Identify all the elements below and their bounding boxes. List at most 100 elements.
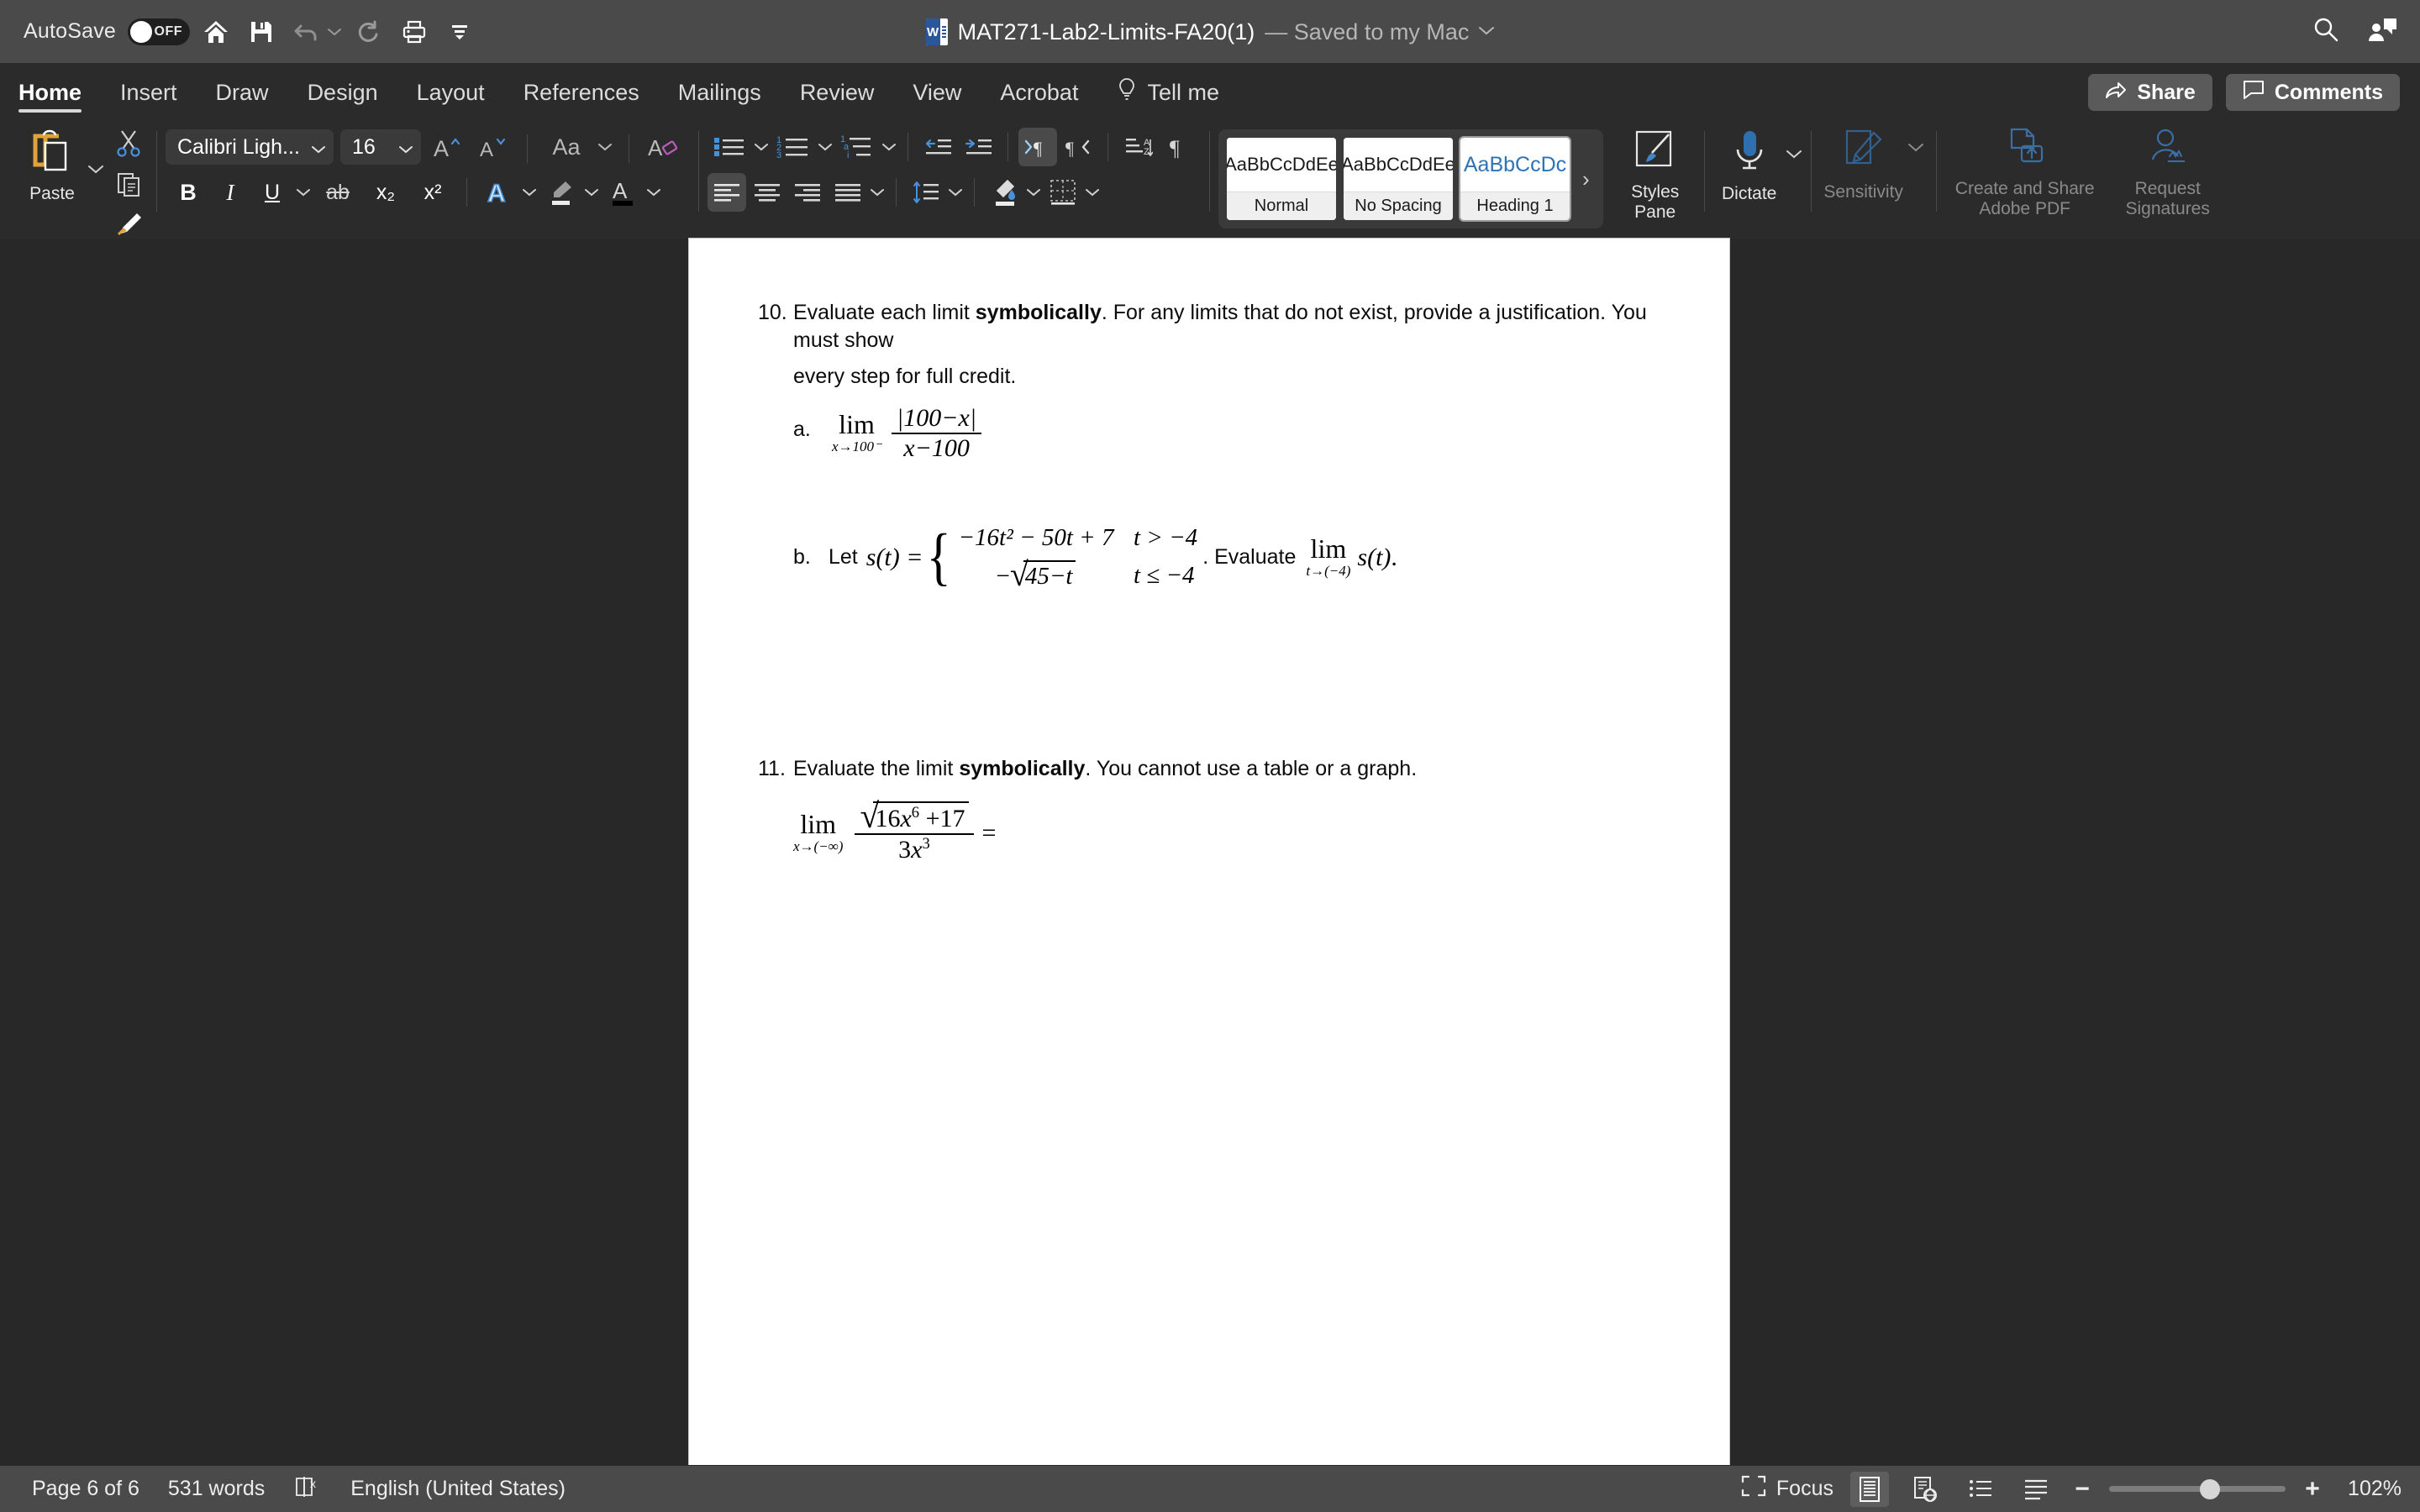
tab-references[interactable]: References (523, 64, 639, 121)
borders-chevron-down-icon[interactable] (1084, 188, 1101, 197)
tab-insert[interactable]: Insert (120, 64, 177, 121)
title-chevron-down-icon[interactable] (1479, 24, 1495, 39)
language[interactable]: English (United States) (350, 1477, 566, 1501)
clear-formatting-icon[interactable]: A (644, 128, 683, 166)
zoom-level[interactable]: 102% (2339, 1477, 2402, 1501)
focus-button[interactable]: Focus (1741, 1474, 1833, 1504)
sensitivity-chevron-down-icon[interactable] (1907, 143, 1924, 152)
proofing-errors-icon[interactable]: x (293, 1474, 322, 1504)
cut-icon[interactable] (109, 124, 148, 163)
tell-me-button[interactable]: Tell me (1117, 77, 1219, 108)
borders-icon[interactable] (1044, 173, 1082, 212)
justify-icon[interactable] (829, 173, 867, 212)
tab-design[interactable]: Design (308, 64, 378, 121)
zoom-in-button[interactable]: + (2302, 1475, 2323, 1504)
font-color-chevron-down-icon[interactable] (645, 188, 662, 197)
tab-draw[interactable]: Draw (216, 64, 269, 121)
change-case-chevron-down-icon[interactable] (597, 143, 613, 151)
sort-icon[interactable]: AZ (1118, 128, 1157, 166)
style-card-no-spacing[interactable]: AaBbCcDdEe No Spacing (1344, 138, 1453, 220)
undo-icon[interactable] (287, 13, 326, 51)
dictate-chevron-down-icon[interactable] (1786, 150, 1802, 159)
zoom-out-button[interactable]: − (2072, 1475, 2092, 1504)
sensitivity-button[interactable]: Sensitivity (1820, 121, 1907, 202)
autosave-toggle[interactable]: OFF (128, 18, 191, 45)
print-layout-icon[interactable] (1850, 1471, 1889, 1507)
document-title[interactable]: MAT271-Lab2-Limits-FA20(1) (958, 19, 1255, 45)
font-size-combo[interactable]: 16 (340, 129, 421, 165)
tab-mailings[interactable]: Mailings (678, 64, 761, 121)
bold-button[interactable]: B (169, 173, 208, 212)
tab-layout[interactable]: Layout (417, 64, 485, 121)
styles-pane-button[interactable]: Styles Pane (1617, 121, 1694, 222)
shading-chevron-down-icon[interactable] (1025, 188, 1042, 197)
dictate-button[interactable]: Dictate (1713, 121, 1786, 204)
undo-chevron-down-icon[interactable] (326, 28, 343, 36)
word-count[interactable]: 531 words (168, 1477, 265, 1501)
highlight-chevron-down-icon[interactable] (583, 188, 600, 197)
justify-chevron-down-icon[interactable] (869, 188, 886, 197)
account-comment-icon[interactable] (2368, 17, 2398, 46)
show-formatting-marks-icon[interactable]: ¶ (1159, 128, 1197, 166)
text-effects-chevron-down-icon[interactable] (521, 188, 538, 197)
text-effects-icon[interactable]: A (479, 173, 518, 212)
numbered-list-icon[interactable]: 123 (771, 128, 815, 166)
line-spacing-chevron-down-icon[interactable] (947, 188, 964, 197)
style-card-normal[interactable]: AaBbCcDdEe Normal (1227, 138, 1336, 220)
search-icon[interactable] (2312, 16, 2339, 47)
multilevel-list-icon[interactable]: 1ai (835, 128, 879, 166)
align-left-icon[interactable] (708, 173, 746, 212)
document-page[interactable]: 10. Evaluate each limit symbolically. Fo… (689, 239, 1729, 1465)
line-spacing-icon[interactable] (907, 173, 945, 212)
font-family-combo[interactable]: Calibri Ligh... (166, 129, 334, 165)
strikethrough-button[interactable]: ab (315, 173, 360, 212)
redo-icon[interactable] (350, 13, 388, 51)
draft-icon[interactable] (2017, 1472, 2055, 1507)
numbering-chevron-down-icon[interactable] (817, 143, 834, 151)
save-icon[interactable] (242, 13, 281, 51)
home-icon[interactable] (197, 13, 235, 51)
decrease-indent-icon[interactable] (918, 128, 957, 166)
customize-toolbar-icon[interactable] (440, 13, 479, 51)
tab-home[interactable]: Home (18, 64, 82, 121)
print-icon[interactable] (395, 13, 434, 51)
request-signatures-button[interactable]: Request Signatures (2105, 121, 2231, 218)
share-button[interactable]: Share (2088, 74, 2212, 111)
multilevel-chevron-down-icon[interactable] (881, 143, 897, 151)
create-share-adobe-pdf-button[interactable]: Create and Share Adobe PDF (1945, 121, 2105, 218)
align-right-icon[interactable] (788, 173, 827, 212)
underline-button[interactable]: U (253, 173, 292, 212)
comments-button[interactable]: Comments (2225, 74, 2400, 111)
zoom-slider[interactable] (2109, 1478, 2286, 1499)
font-family-chevron-down-icon[interactable] (312, 135, 325, 160)
paste-button[interactable]: Paste (17, 121, 87, 204)
align-center-icon[interactable] (748, 173, 786, 212)
underline-chevron-down-icon[interactable] (295, 188, 312, 197)
italic-button[interactable]: I (211, 173, 250, 212)
document-canvas[interactable]: 10. Evaluate each limit symbolically. Fo… (0, 239, 2420, 1465)
web-layout-icon[interactable] (1906, 1472, 1944, 1507)
styles-more-button[interactable]: › (1577, 166, 1595, 192)
left-to-right-icon[interactable]: ¶ (1018, 128, 1057, 166)
outline-icon[interactable] (1961, 1472, 2000, 1507)
shading-icon[interactable] (985, 173, 1023, 212)
increase-indent-icon[interactable] (959, 128, 997, 166)
tab-view[interactable]: View (913, 64, 961, 121)
tab-acrobat[interactable]: Acrobat (1000, 64, 1078, 121)
zoom-knob[interactable] (2200, 1478, 2220, 1499)
page-count[interactable]: Page 6 of 6 (32, 1477, 139, 1501)
superscript-button[interactable]: x² (411, 173, 455, 212)
subscript-button[interactable]: x₂ (364, 173, 408, 212)
paste-chevron-down-icon[interactable] (87, 165, 104, 174)
change-case-button[interactable]: Aa (543, 128, 590, 166)
style-card-heading-1[interactable]: AaBbCcDc Heading 1 (1459, 136, 1571, 222)
bullet-list-icon[interactable] (708, 128, 751, 166)
right-to-left-icon[interactable]: ¶ (1059, 128, 1097, 166)
font-color-icon[interactable]: A (603, 173, 642, 212)
increase-font-size-icon[interactable]: A (428, 128, 466, 166)
tab-review[interactable]: Review (800, 64, 875, 121)
decrease-font-size-icon[interactable]: A (473, 128, 512, 166)
font-size-chevron-down-icon[interactable] (399, 135, 413, 160)
copy-icon[interactable] (109, 165, 148, 203)
text-highlight-icon[interactable] (541, 173, 580, 212)
